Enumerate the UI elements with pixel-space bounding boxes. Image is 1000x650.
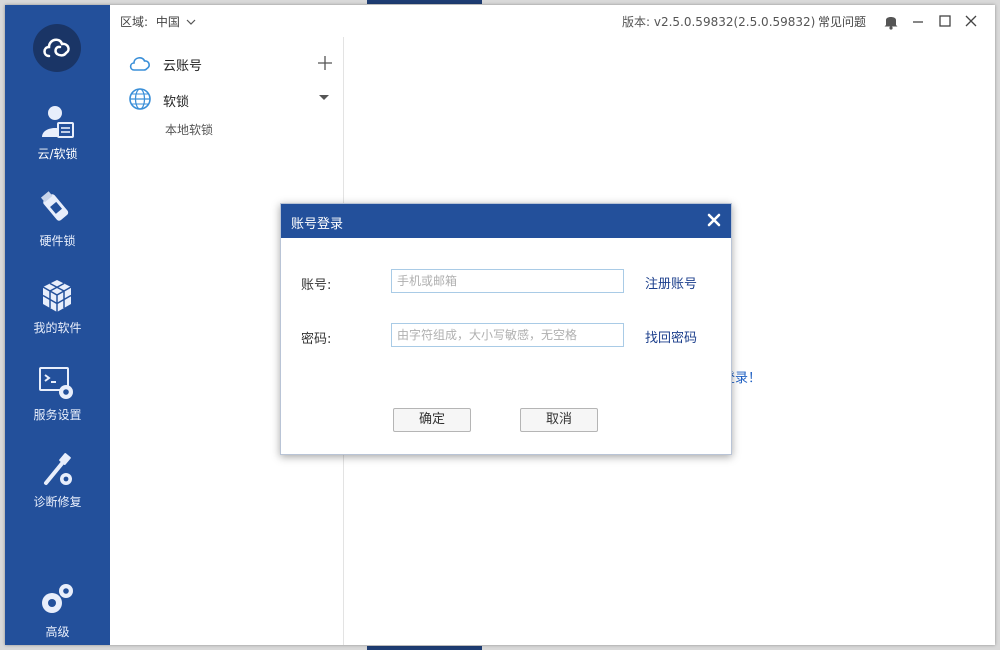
nav-item-hardware-lock[interactable]: 硬件锁 <box>5 190 110 276</box>
close-icon[interactable] <box>707 213 721 227</box>
tree-label: 云账号 <box>163 59 203 74</box>
nav-label: 云/软锁 <box>37 147 78 161</box>
cancel-button[interactable]: 取消 <box>520 408 598 432</box>
nav-label: 服务设置 <box>33 408 82 422</box>
password-input[interactable] <box>391 323 624 347</box>
account-label: 账号: <box>301 278 332 293</box>
nav-item-advanced[interactable]: 高级 <box>5 581 110 645</box>
usb-key-icon <box>40 191 69 221</box>
maximize-icon[interactable] <box>936 12 954 30</box>
account-input[interactable] <box>391 269 624 293</box>
tree-label: 软锁 <box>163 95 190 110</box>
dialog-title: 账号登录 <box>291 217 344 232</box>
repair-tools-icon <box>44 453 72 485</box>
gears-icon <box>42 584 73 613</box>
background-window-edge <box>367 646 482 650</box>
nav-item-diagnose-repair[interactable]: 诊断修复 <box>5 451 110 537</box>
login-dialog: 账号登录 账号: 注册账号 密码: 找回密码 确定 取消 <box>280 203 732 455</box>
title-bar: 区域: 中国 版本: v2.5.0.59832(2.5.0.59832) 常见问… <box>110 5 995 37</box>
app-window: 云/软锁 硬件锁 我的软件 服务设置 诊断修复 高级 区域: 中国 版本: v2… <box>5 5 995 645</box>
terminal-gear-icon <box>39 367 73 399</box>
background-window-edge <box>367 0 482 4</box>
caret-down-icon[interactable] <box>319 95 329 100</box>
password-label: 密码: <box>301 332 332 347</box>
region-value: 中国 <box>155 15 180 29</box>
region-selector[interactable]: 区域: 中国 <box>120 13 196 30</box>
nav-label: 高级 <box>45 625 70 639</box>
chevron-down-icon <box>186 19 196 25</box>
recover-password-link[interactable]: 找回密码 <box>645 327 697 346</box>
side-nav: 云/软锁 硬件锁 我的软件 服务设置 诊断修复 高级 <box>5 5 110 645</box>
bell-icon[interactable] <box>882 12 900 30</box>
register-link[interactable]: 注册账号 <box>645 273 697 292</box>
cubes-icon <box>42 280 72 312</box>
region-label: 区域: <box>120 15 149 29</box>
cloud-icon <box>129 57 150 71</box>
nav-item-service-settings[interactable]: 服务设置 <box>5 364 110 450</box>
dialog-header: 账号登录 <box>281 204 731 238</box>
nav-item-my-software[interactable]: 我的软件 <box>5 277 110 363</box>
user-card-icon <box>42 106 74 138</box>
tree-item-local-soft-lock[interactable]: 本地软锁 <box>165 121 213 138</box>
tree-item-cloud-account[interactable]: 云账号 <box>110 48 342 78</box>
tree-item-soft-lock[interactable]: 软锁 <box>110 84 342 114</box>
confirm-button[interactable]: 确定 <box>393 408 471 432</box>
nav-label: 诊断修复 <box>33 495 82 509</box>
nav-item-cloud-soft-lock[interactable]: 云/软锁 <box>5 103 110 189</box>
version-text: 版本: v2.5.0.59832(2.5.0.59832) <box>622 15 816 29</box>
add-icon[interactable] <box>315 53 335 73</box>
globe-icon <box>129 88 151 110</box>
faq-link[interactable]: 常见问题 <box>818 13 866 30</box>
nav-label: 硬件锁 <box>39 234 76 248</box>
cloud-logo-icon <box>43 38 70 58</box>
minimize-icon[interactable] <box>909 12 927 30</box>
close-icon[interactable] <box>962 12 980 30</box>
nav-label: 我的软件 <box>33 321 82 335</box>
app-logo <box>33 24 81 72</box>
